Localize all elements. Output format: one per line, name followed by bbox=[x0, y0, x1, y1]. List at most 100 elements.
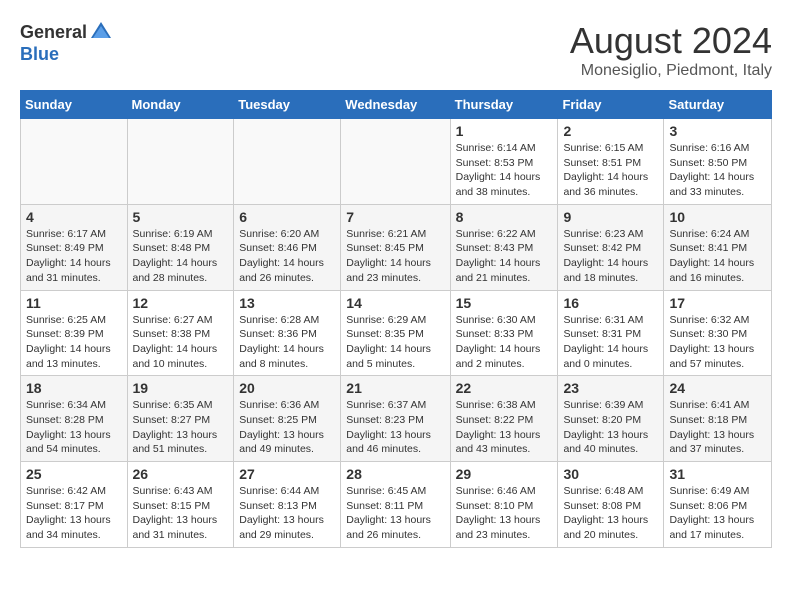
calendar-day: 9 Sunrise: 6:23 AM Sunset: 8:42 PM Daylig… bbox=[558, 204, 664, 290]
calendar-day: 20 Sunrise: 6:36 AM Sunset: 8:25 PM Dayli… bbox=[234, 376, 341, 462]
calendar-day bbox=[127, 119, 234, 205]
day-info: Sunrise: 6:49 AM Sunset: 8:06 PM Dayligh… bbox=[669, 484, 766, 543]
day-info: Sunrise: 6:24 AM Sunset: 8:41 PM Dayligh… bbox=[669, 227, 766, 286]
calendar-day: 2 Sunrise: 6:15 AM Sunset: 8:51 PM Daylig… bbox=[558, 119, 664, 205]
day-number: 30 bbox=[563, 466, 658, 482]
weekday-header-tuesday: Tuesday bbox=[234, 91, 341, 119]
day-number: 9 bbox=[563, 209, 658, 225]
calendar-day: 31 Sunrise: 6:49 AM Sunset: 8:06 PM Dayli… bbox=[664, 462, 772, 548]
calendar-table: SundayMondayTuesdayWednesdayThursdayFrid… bbox=[20, 90, 772, 548]
day-info: Sunrise: 6:39 AM Sunset: 8:20 PM Dayligh… bbox=[563, 398, 658, 457]
day-info: Sunrise: 6:19 AM Sunset: 8:48 PM Dayligh… bbox=[133, 227, 229, 286]
day-info: Sunrise: 6:45 AM Sunset: 8:11 PM Dayligh… bbox=[346, 484, 444, 543]
day-info: Sunrise: 6:21 AM Sunset: 8:45 PM Dayligh… bbox=[346, 227, 444, 286]
calendar-day: 14Sunrise: 6:29 AM Sunset: 8:35 PM Dayli… bbox=[341, 290, 450, 376]
day-number: 17 bbox=[669, 295, 766, 311]
calendar-day: 26Sunrise: 6:43 AM Sunset: 8:15 PM Dayli… bbox=[127, 462, 234, 548]
day-number: 15 bbox=[456, 295, 553, 311]
calendar-day: 8 Sunrise: 6:22 AM Sunset: 8:43 PM Daylig… bbox=[450, 204, 558, 290]
day-number: 18 bbox=[26, 380, 122, 396]
calendar-week-3: 11 Sunrise: 6:25 AM Sunset: 8:39 PM Dayli… bbox=[21, 290, 772, 376]
calendar-day: 7 Sunrise: 6:21 AM Sunset: 8:45 PM Daylig… bbox=[341, 204, 450, 290]
logo: General Blue bbox=[20, 20, 113, 65]
day-number: 1 bbox=[456, 123, 553, 139]
calendar-day: 24Sunrise: 6:41 AM Sunset: 8:18 PM Dayli… bbox=[664, 376, 772, 462]
day-info: Sunrise: 6:31 AM Sunset: 8:31 PM Dayligh… bbox=[563, 313, 658, 372]
day-number: 3 bbox=[669, 123, 766, 139]
calendar-week-1: 1 Sunrise: 6:14 AM Sunset: 8:53 PM Daylig… bbox=[21, 119, 772, 205]
month-year-title: August 2024 bbox=[570, 20, 772, 62]
day-info: Sunrise: 6:32 AM Sunset: 8:30 PM Dayligh… bbox=[669, 313, 766, 372]
day-number: 29 bbox=[456, 466, 553, 482]
weekday-header-row: SundayMondayTuesdayWednesdayThursdayFrid… bbox=[21, 91, 772, 119]
day-number: 10 bbox=[669, 209, 766, 225]
calendar-day: 27 Sunrise: 6:44 AM Sunset: 8:13 PM Dayli… bbox=[234, 462, 341, 548]
weekday-header-thursday: Thursday bbox=[450, 91, 558, 119]
day-number: 20 bbox=[239, 380, 335, 396]
calendar-day: 18 Sunrise: 6:34 AM Sunset: 8:28 PM Dayli… bbox=[21, 376, 128, 462]
day-number: 14 bbox=[346, 295, 444, 311]
calendar-day: 5 Sunrise: 6:19 AM Sunset: 8:48 PM Daylig… bbox=[127, 204, 234, 290]
title-section: August 2024 Monesiglio, Piedmont, Italy bbox=[570, 20, 772, 80]
day-number: 31 bbox=[669, 466, 766, 482]
day-info: Sunrise: 6:30 AM Sunset: 8:33 PM Dayligh… bbox=[456, 313, 553, 372]
day-number: 12 bbox=[133, 295, 229, 311]
weekday-header-saturday: Saturday bbox=[664, 91, 772, 119]
day-number: 8 bbox=[456, 209, 553, 225]
day-info: Sunrise: 6:28 AM Sunset: 8:36 PM Dayligh… bbox=[239, 313, 335, 372]
calendar-day: 19 Sunrise: 6:35 AM Sunset: 8:27 PM Dayli… bbox=[127, 376, 234, 462]
calendar-week-4: 18 Sunrise: 6:34 AM Sunset: 8:28 PM Dayli… bbox=[21, 376, 772, 462]
calendar-day: 12 Sunrise: 6:27 AM Sunset: 8:38 PM Dayli… bbox=[127, 290, 234, 376]
day-info: Sunrise: 6:43 AM Sunset: 8:15 PM Dayligh… bbox=[133, 484, 229, 543]
day-info: Sunrise: 6:17 AM Sunset: 8:49 PM Dayligh… bbox=[26, 227, 122, 286]
weekday-header-monday: Monday bbox=[127, 91, 234, 119]
day-number: 27 bbox=[239, 466, 335, 482]
weekday-header-sunday: Sunday bbox=[21, 91, 128, 119]
day-info: Sunrise: 6:14 AM Sunset: 8:53 PM Dayligh… bbox=[456, 141, 553, 200]
calendar-day bbox=[234, 119, 341, 205]
day-info: Sunrise: 6:36 AM Sunset: 8:25 PM Dayligh… bbox=[239, 398, 335, 457]
day-info: Sunrise: 6:35 AM Sunset: 8:27 PM Dayligh… bbox=[133, 398, 229, 457]
day-number: 16 bbox=[563, 295, 658, 311]
day-number: 11 bbox=[26, 295, 122, 311]
day-info: Sunrise: 6:34 AM Sunset: 8:28 PM Dayligh… bbox=[26, 398, 122, 457]
weekday-header-wednesday: Wednesday bbox=[341, 91, 450, 119]
day-number: 13 bbox=[239, 295, 335, 311]
calendar-day: 3Sunrise: 6:16 AM Sunset: 8:50 PM Daylig… bbox=[664, 119, 772, 205]
calendar-day: 28 Sunrise: 6:45 AM Sunset: 8:11 PM Dayli… bbox=[341, 462, 450, 548]
day-info: Sunrise: 6:23 AM Sunset: 8:42 PM Dayligh… bbox=[563, 227, 658, 286]
calendar-week-5: 25 Sunrise: 6:42 AM Sunset: 8:17 PM Dayli… bbox=[21, 462, 772, 548]
day-number: 2 bbox=[563, 123, 658, 139]
day-number: 6 bbox=[239, 209, 335, 225]
day-number: 25 bbox=[26, 466, 122, 482]
calendar-day: 15 Sunrise: 6:30 AM Sunset: 8:33 PM Dayli… bbox=[450, 290, 558, 376]
calendar-day: 6 Sunrise: 6:20 AM Sunset: 8:46 PM Daylig… bbox=[234, 204, 341, 290]
day-info: Sunrise: 6:22 AM Sunset: 8:43 PM Dayligh… bbox=[456, 227, 553, 286]
day-info: Sunrise: 6:42 AM Sunset: 8:17 PM Dayligh… bbox=[26, 484, 122, 543]
day-info: Sunrise: 6:27 AM Sunset: 8:38 PM Dayligh… bbox=[133, 313, 229, 372]
day-info: Sunrise: 6:44 AM Sunset: 8:13 PM Dayligh… bbox=[239, 484, 335, 543]
day-number: 4 bbox=[26, 209, 122, 225]
day-number: 22 bbox=[456, 380, 553, 396]
logo-icon bbox=[89, 20, 113, 44]
calendar-day bbox=[341, 119, 450, 205]
calendar-day: 10 Sunrise: 6:24 AM Sunset: 8:41 PM Dayli… bbox=[664, 204, 772, 290]
day-info: Sunrise: 6:15 AM Sunset: 8:51 PM Dayligh… bbox=[563, 141, 658, 200]
calendar-week-2: 4 Sunrise: 6:17 AM Sunset: 8:49 PM Daylig… bbox=[21, 204, 772, 290]
day-info: Sunrise: 6:37 AM Sunset: 8:23 PM Dayligh… bbox=[346, 398, 444, 457]
page-header: General Blue August 2024 Monesiglio, Pie… bbox=[20, 20, 772, 80]
day-number: 28 bbox=[346, 466, 444, 482]
calendar-day: 17 Sunrise: 6:32 AM Sunset: 8:30 PM Dayli… bbox=[664, 290, 772, 376]
day-number: 19 bbox=[133, 380, 229, 396]
day-number: 5 bbox=[133, 209, 229, 225]
day-info: Sunrise: 6:41 AM Sunset: 8:18 PM Dayligh… bbox=[669, 398, 766, 457]
calendar-day: 4 Sunrise: 6:17 AM Sunset: 8:49 PM Daylig… bbox=[21, 204, 128, 290]
logo-blue-text: Blue bbox=[20, 44, 59, 65]
day-info: Sunrise: 6:25 AM Sunset: 8:39 PM Dayligh… bbox=[26, 313, 122, 372]
day-number: 23 bbox=[563, 380, 658, 396]
calendar-day: 30Sunrise: 6:48 AM Sunset: 8:08 PM Dayli… bbox=[558, 462, 664, 548]
day-info: Sunrise: 6:20 AM Sunset: 8:46 PM Dayligh… bbox=[239, 227, 335, 286]
calendar-day: 11 Sunrise: 6:25 AM Sunset: 8:39 PM Dayli… bbox=[21, 290, 128, 376]
location-text: Monesiglio, Piedmont, Italy bbox=[570, 62, 772, 80]
day-number: 7 bbox=[346, 209, 444, 225]
